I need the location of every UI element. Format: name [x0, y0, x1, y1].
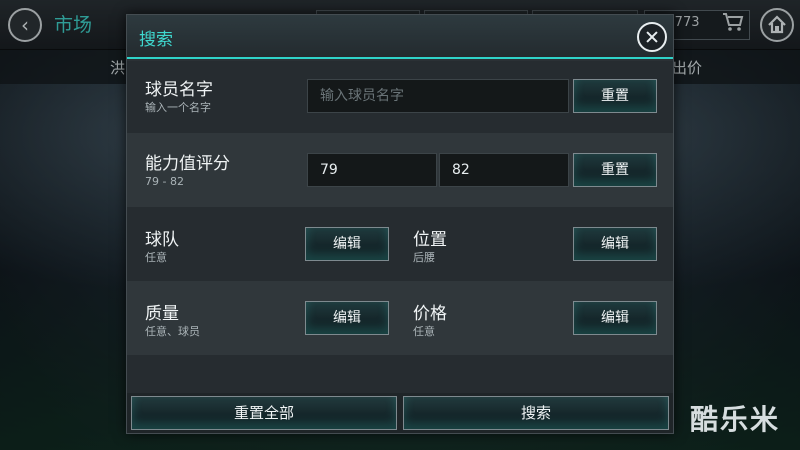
search-dialog: 搜索 球员名字 输入一个名字 输入球员名字 重置 能力值评分 79 - 82 7… [126, 14, 674, 434]
player-name-label: 球员名字 [145, 80, 213, 100]
search-button[interactable]: 搜索 [403, 396, 669, 430]
team-label: 球队 [145, 230, 179, 250]
reset-all-button[interactable]: 重置全部 [131, 396, 397, 430]
position-value: 后腰 [413, 251, 435, 264]
close-icon[interactable] [637, 22, 667, 52]
player-name-input[interactable]: 输入球员名字 [307, 79, 569, 113]
price-label: 价格 [413, 304, 447, 324]
team-value: 任意 [145, 251, 167, 264]
quality-value: 任意、球员 [145, 325, 200, 338]
player-name-row: 球员名字 输入一个名字 输入球员名字 重置 [127, 61, 673, 133]
watermark-logo: 酷乐米 [690, 403, 781, 436]
rating-row: 能力值评分 79 - 82 79 82 重置 [127, 133, 673, 207]
rating-min-input[interactable]: 79 [307, 153, 437, 187]
player-name-reset-button[interactable]: 重置 [573, 79, 657, 113]
position-label: 位置 [413, 230, 447, 250]
price-value: 任意 [413, 325, 435, 338]
team-edit-button[interactable]: 编辑 [305, 227, 389, 261]
player-name-hint: 输入一个名字 [145, 101, 211, 114]
quality-edit-button[interactable]: 编辑 [305, 301, 389, 335]
rating-label: 能力值评分 [145, 154, 230, 174]
dialog-title: 搜索 [139, 30, 173, 50]
position-edit-button[interactable]: 编辑 [573, 227, 657, 261]
empty-row [127, 355, 673, 393]
dialog-header: 搜索 [127, 15, 673, 59]
rating-reset-button[interactable]: 重置 [573, 153, 657, 187]
quality-price-row: 质量 任意、球员 编辑 价格 任意 编辑 [127, 281, 673, 355]
dialog-footer: 重置全部 搜索 [127, 393, 673, 433]
team-position-row: 球队 任意 编辑 位置 后腰 编辑 [127, 207, 673, 281]
quality-label: 质量 [145, 304, 179, 324]
rating-range-text: 79 - 82 [145, 175, 184, 188]
price-edit-button[interactable]: 编辑 [573, 301, 657, 335]
rating-max-input[interactable]: 82 [439, 153, 569, 187]
